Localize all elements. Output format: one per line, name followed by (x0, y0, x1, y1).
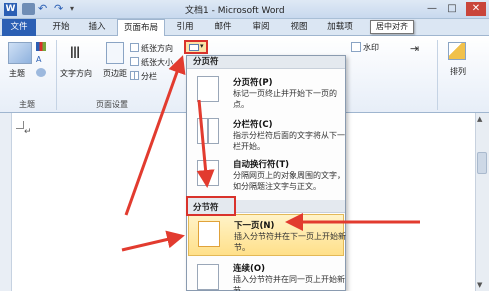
chevron-down-icon: ▾ (200, 42, 204, 50)
section-breaks-highlight-box: 分节符 (186, 196, 236, 216)
breaks-button[interactable]: ▾ (184, 40, 208, 54)
vertical-ruler (0, 113, 12, 291)
page-break-item[interactable]: 分页符(P) 标记一页终止并开始下一页的点。 (187, 70, 345, 112)
tab-page-layout[interactable]: 页面布局 (117, 19, 165, 36)
watermark-label[interactable]: 水印 (363, 42, 379, 53)
margins-label[interactable]: 页边距 (103, 68, 127, 79)
size-icon[interactable] (130, 57, 139, 66)
title-bar: W ↶ ↷ ▾ 文档1 - Microsoft Word — □ ✕ (0, 0, 489, 19)
text-wrapping-break-desc: 分隔网页上的对象周围的文字，如分隔题注文字与正文。 (233, 171, 345, 191)
continuous-icon (197, 264, 219, 290)
page-break-title: 分页符(P) (233, 78, 273, 88)
tab-references[interactable]: 引用 (168, 19, 202, 36)
columns-label[interactable]: 分栏 (141, 71, 157, 82)
minimize-icon[interactable]: — (424, 2, 440, 16)
paragraph-indent-icon[interactable]: ⇥ (410, 42, 422, 56)
window-title: 文档1 - Microsoft Word (185, 6, 285, 16)
redo-icon[interactable]: ↷ (54, 3, 67, 15)
close-icon[interactable]: ✕ (466, 2, 486, 16)
continuous-desc: 插入分节符并在同一页上开始新节。 (233, 275, 345, 291)
tab-file[interactable]: 文件 (2, 19, 36, 36)
theme-button-label[interactable]: 主题 (9, 68, 25, 79)
scroll-down-icon[interactable]: ▼ (477, 281, 482, 289)
undo-icon[interactable]: ↶ (38, 3, 51, 15)
section-breaks-label: 分节符 (193, 203, 219, 213)
page-breaks-header: 分页符 (187, 56, 345, 69)
continuous-item[interactable]: 连续(O) 插入分节符并在同一页上开始新节。 (187, 258, 345, 291)
tooltip-center-align: 居中对齐 (370, 20, 414, 34)
column-break-icon (197, 118, 219, 144)
text-wrapping-break-icon (197, 160, 219, 186)
continuous-title: 连续(O) (233, 264, 265, 274)
orientation-icon[interactable] (130, 43, 139, 52)
text-wrapping-break-item[interactable]: 自动换行符(T) 分隔网页上的对象周围的文字，如分隔题注文字与正文。 (187, 154, 345, 198)
vertical-scrollbar[interactable] (475, 113, 489, 291)
column-break-item[interactable]: 分栏符(C) 指示分栏符后面的文字将从下一栏开始。 (187, 112, 345, 154)
page-break-icon (197, 76, 219, 102)
tab-view[interactable]: 视图 (282, 19, 316, 36)
breaks-icon (189, 44, 199, 51)
page-break-desc: 标记一页终止并开始下一页的点。 (233, 89, 337, 109)
arrange-label[interactable]: 排列 (450, 66, 466, 77)
scrollbar-thumb[interactable] (477, 152, 487, 174)
size-label[interactable]: 纸张大小 (141, 57, 173, 68)
next-page-title: 下一页(N) (234, 221, 275, 231)
maximize-icon[interactable]: □ (444, 2, 460, 16)
tab-addins[interactable]: 加载项 (320, 19, 360, 36)
breaks-dropdown: 分页符 分页符(P) 标记一页终止并开始下一页的点。 分栏符(C) 指示分栏符后… (186, 55, 346, 291)
margins-icon[interactable] (106, 42, 124, 64)
tab-insert[interactable]: 插入 (80, 19, 114, 36)
save-icon[interactable] (22, 3, 35, 15)
scroll-up-icon[interactable]: ▲ (477, 115, 482, 123)
text-wrapping-break-title: 自动换行符(T) (233, 160, 290, 170)
column-break-title: 分栏符(C) (233, 120, 273, 130)
theme-effects-icon[interactable] (36, 68, 46, 77)
margin-corner-marker (16, 121, 24, 129)
watermark-icon[interactable] (351, 42, 361, 52)
arrange-icon[interactable] (448, 42, 466, 60)
word-app-icon[interactable]: W (4, 3, 17, 16)
column-break-desc: 指示分栏符后面的文字将从下一栏开始。 (233, 131, 345, 151)
next-page-item[interactable]: 下一页(N) 插入分节符并在下一页上开始新节。 (188, 214, 346, 256)
page-setup-group-label: 页面设置 (96, 100, 128, 109)
paragraph-mark: ↵ (24, 127, 32, 137)
orientation-label[interactable]: 纸张方向 (141, 43, 173, 54)
tab-review[interactable]: 审阅 (244, 19, 278, 36)
next-page-desc: 插入分节符并在下一页上开始新节。 (234, 232, 346, 252)
columns-icon[interactable] (130, 71, 139, 80)
text-direction-label[interactable]: 文字方向 (60, 68, 92, 79)
themes-group-label: 主题 (19, 100, 35, 109)
theme-fonts-icon[interactable]: A (36, 55, 46, 64)
theme-icon[interactable] (8, 42, 32, 64)
text-direction-icon[interactable]: Ⅲ (64, 42, 86, 64)
customize-qat-icon[interactable]: ▾ (70, 3, 83, 15)
next-page-icon (198, 221, 220, 247)
ribbon-tabs: 文件 开始 插入 页面布局 引用 邮件 审阅 视图 加载项 (0, 19, 489, 36)
tab-home[interactable]: 开始 (44, 19, 78, 36)
tab-mailings[interactable]: 邮件 (206, 19, 240, 36)
theme-colors-icon[interactable] (36, 42, 46, 51)
